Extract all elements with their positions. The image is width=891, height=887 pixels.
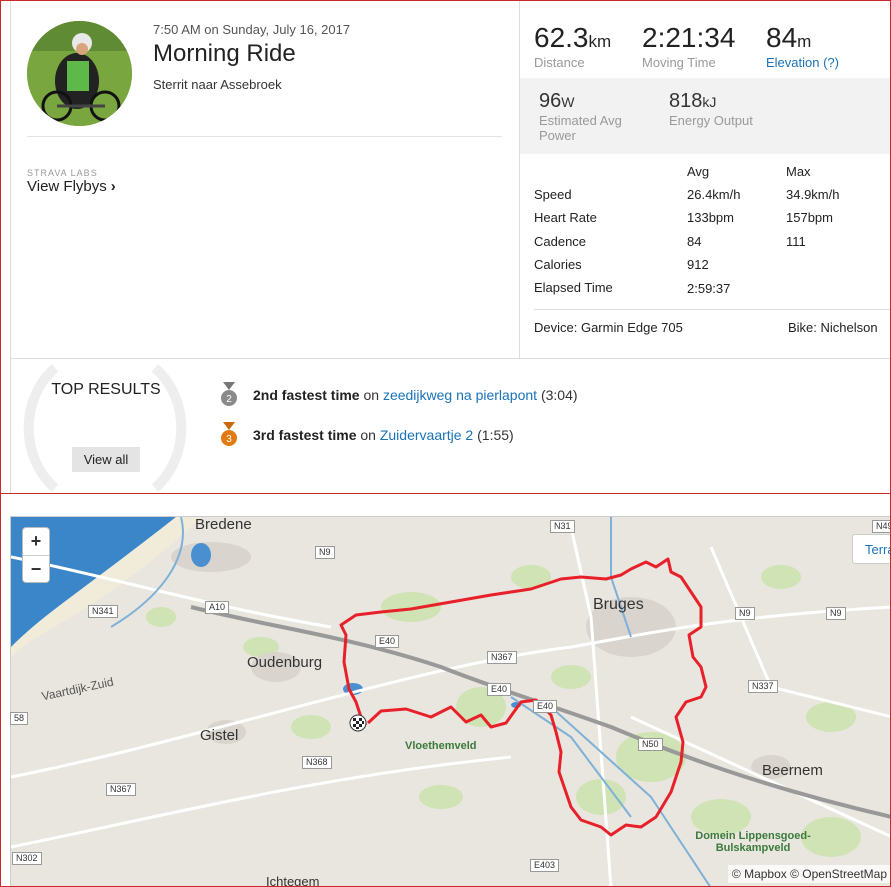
map-label-oudenburg: Oudenburg <box>247 654 323 671</box>
moving-time-label: Moving Time <box>642 55 716 70</box>
view-flybys-link[interactable]: View Flybys › <box>27 178 116 195</box>
road-label: N50 <box>638 738 663 751</box>
map-label-vloethemveld: Vloethemveld <box>405 740 477 752</box>
road-label: N9 <box>826 607 846 620</box>
elevation-stat: 84m Elevation (?) <box>766 22 839 70</box>
secondary-stats: 96W Estimated Avg Power 818kJ Energy Out… <box>520 78 891 154</box>
divider <box>534 309 891 310</box>
row-avg: 912 <box>687 257 709 272</box>
road-label: N367 <box>487 651 517 664</box>
achievement-rank-text: 3rd fastest time <box>253 426 357 443</box>
road-label: N9 <box>735 607 755 620</box>
bronze-medal-icon: 3 <box>221 422 237 446</box>
bike-info: Bike: Nichelson <box>788 320 878 335</box>
road-label: 58 <box>10 712 29 725</box>
road-label: E40 <box>533 700 558 713</box>
power-unit: W <box>561 94 575 110</box>
row-label: Speed <box>534 187 572 202</box>
row-avg: 133bpm <box>687 210 734 225</box>
strava-labs-label: STRAVA LABS <box>27 168 98 178</box>
map-label-gistel: Gistel <box>200 727 239 744</box>
moving-time-value: 2:21:34 <box>642 22 736 53</box>
row-label: Elapsed Time <box>534 280 613 295</box>
row-label: Calories <box>534 257 582 272</box>
power-label: Estimated Avg Power <box>539 113 622 143</box>
elevation-value: 84 <box>766 22 798 53</box>
elevation-unit: m <box>797 32 812 51</box>
divider <box>27 136 502 137</box>
athlete-avatar[interactable] <box>27 21 132 126</box>
chevron-right-icon: › <box>110 178 116 195</box>
energy-label: Energy Output <box>669 113 753 128</box>
energy-value: 818 <box>669 90 703 112</box>
road-label: N337 <box>748 680 778 693</box>
map-label-bruges: Bruges <box>593 596 644 613</box>
distance-label: Distance <box>534 55 585 70</box>
row-max: 157bpm <box>786 210 833 225</box>
map-label-lippensgoed: Domein Lippensgoed- Bulskampveld <box>695 830 811 854</box>
power-value: 96 <box>539 90 562 112</box>
road-label: E403 <box>530 859 560 872</box>
achievement-time: (3:04) <box>540 386 578 403</box>
zoom-out-button[interactable]: − <box>23 556 49 584</box>
moving-time-stat: 2:21:34 Moving Time <box>642 22 735 70</box>
achievement-on: on <box>360 426 376 443</box>
row-max: 111 <box>786 234 806 249</box>
road-label: E40 <box>487 683 512 696</box>
row-label: Cadence <box>534 234 587 249</box>
elevation-help-link[interactable]: Elevation (?) <box>766 55 839 70</box>
medal-rank: 2 <box>226 394 232 405</box>
achievement-item: 3 3rd fastest time on Zuidervaartje 2 (1… <box>220 422 514 447</box>
top-results-title: TOP RESULTS <box>51 381 161 398</box>
achievement-rank-text: 2nd fastest time <box>253 386 360 403</box>
road-label: N31 <box>550 520 575 533</box>
road-label: N49 <box>872 520 891 533</box>
achievement-item: 2 2nd fastest time on zeedijkweg na pier… <box>220 382 578 407</box>
segment-link[interactable]: zeedijkweg na pierlapont <box>383 387 537 403</box>
road-label: E40 <box>375 635 400 648</box>
power-stat: 96W Estimated Avg Power <box>539 90 634 143</box>
distance-stat: 62.3km Distance <box>534 22 611 70</box>
device-info: Device: Garmin Edge 705 <box>534 320 683 335</box>
distance-value: 62.3 <box>534 22 589 53</box>
road-label: N302 <box>12 852 42 865</box>
segment-link[interactable]: Zuidervaartje 2 <box>380 427 473 443</box>
zoom-in-button[interactable]: + <box>23 528 49 556</box>
road-label: N9 <box>315 546 335 559</box>
medal-rank: 3 <box>226 434 232 445</box>
row-avg: 26.4km/h <box>687 187 741 202</box>
row-label: Heart Rate <box>534 210 597 225</box>
start-finish-flag-icon <box>349 714 367 732</box>
zoom-control: + − <box>22 527 50 583</box>
row-max: 34.9km/h <box>786 187 840 202</box>
activity-description: Sterrit naar Assebroek <box>153 77 282 92</box>
row-avg: 2:59:37 <box>687 281 731 296</box>
road-label: A10 <box>205 601 230 614</box>
map-label-beernem: Beernem <box>762 762 823 779</box>
max-header: Max <box>786 164 811 179</box>
map-label-bredene: Bredene <box>195 516 252 533</box>
activity-title: Morning Ride <box>153 40 296 67</box>
view-flybys-label: View Flybys <box>27 178 107 195</box>
road-label: N367 <box>106 783 136 796</box>
row-avg: 84 <box>687 234 702 249</box>
energy-stat: 818kJ Energy Output <box>669 90 753 128</box>
map-attribution[interactable]: © Mapbox © OpenStreetMap <box>727 865 891 883</box>
distance-unit: km <box>588 32 612 51</box>
activity-datetime: 7:50 AM on Sunday, July 16, 2017 <box>153 22 351 37</box>
view-all-button[interactable]: View all <box>72 447 140 472</box>
achievement-time: (1:55) <box>477 426 514 443</box>
avg-header: Avg <box>687 164 710 179</box>
terrain-toggle-button[interactable]: Terra <box>852 534 891 564</box>
energy-unit: kJ <box>702 94 717 110</box>
map-label-ichtegem: Ichtegem <box>266 874 320 887</box>
laurel-wreath-icon <box>23 364 187 492</box>
road-label: N368 <box>302 756 332 769</box>
silver-medal-icon: 2 <box>221 382 237 406</box>
road-label: N341 <box>88 605 118 618</box>
achievement-on: on <box>363 386 380 403</box>
